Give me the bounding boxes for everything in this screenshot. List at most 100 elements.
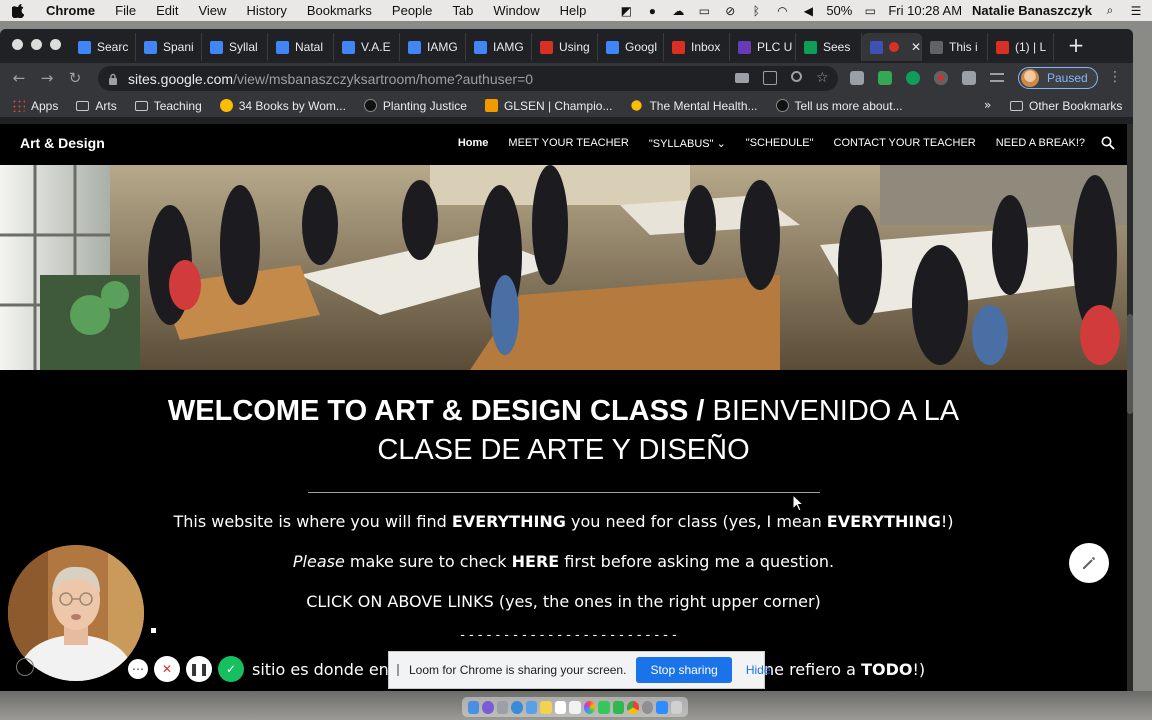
extension-r-icon[interactable] (850, 71, 864, 85)
tab-active[interactable]: ✕ (862, 33, 922, 61)
dock-safari-icon[interactable] (511, 700, 523, 714)
profile-button[interactable]: Paused (1018, 67, 1098, 89)
tab[interactable]: Natal (268, 33, 334, 61)
zoom-icon[interactable] (791, 71, 802, 82)
bookmarks-overflow-button[interactable]: » (984, 98, 991, 112)
minimize-window-button[interactable] (31, 39, 42, 50)
dock-facetime-icon[interactable] (612, 700, 625, 714)
nav-schedule[interactable]: "SCHEDULE" (746, 137, 814, 150)
bookmark-folder-other[interactable]: Other Bookmarks (1010, 94, 1122, 118)
bookmark-folder-teaching[interactable]: Teaching (134, 99, 202, 113)
menu-view[interactable]: View (198, 3, 226, 18)
bookmark-glsen[interactable]: GLSEN | Champio... (484, 99, 612, 113)
tab[interactable]: Spani (136, 33, 202, 61)
volume-icon[interactable]: ◀ (800, 4, 816, 18)
back-button[interactable]: ← (10, 69, 28, 87)
bookmark-apps[interactable]: Apps (12, 99, 58, 113)
dock-siri-icon[interactable] (482, 700, 494, 714)
tab[interactable]: IAMG (400, 33, 466, 61)
edit-button[interactable] (1069, 543, 1109, 583)
tab[interactable]: Using (532, 33, 598, 61)
close-window-button[interactable] (12, 39, 23, 50)
dock-settings-icon[interactable] (641, 700, 654, 714)
menu-help[interactable]: Help (560, 3, 587, 18)
dock-chrome-icon[interactable] (627, 700, 639, 714)
page-scrollbar[interactable] (1127, 124, 1133, 691)
loom-settings-icon[interactable] (16, 658, 34, 676)
loom-cancel-button[interactable]: ✕ (154, 656, 180, 682)
apple-icon[interactable] (12, 3, 24, 18)
menu-bookmarks[interactable]: Bookmarks (307, 3, 372, 18)
wd-drive-icon[interactable]: ▭ (696, 4, 712, 18)
translate-icon[interactable] (763, 71, 777, 85)
dock-reminders-icon[interactable] (569, 700, 581, 714)
address-bar[interactable]: sites.google.com/view/msbanaszczyksartro… (98, 66, 838, 91)
tab[interactable]: Inbox (664, 33, 730, 61)
new-tab-button[interactable]: + (1066, 35, 1086, 55)
stop-sharing-button[interactable]: Stop sharing (636, 657, 732, 683)
tab[interactable]: IAMG (466, 33, 532, 61)
control-center-icon[interactable]: ☰ (1128, 4, 1144, 18)
dock-notes-icon[interactable] (540, 700, 552, 714)
loom-recording-icon[interactable] (934, 71, 948, 85)
dock-finder-icon[interactable] (468, 700, 480, 714)
drag-handle-icon[interactable] (397, 664, 399, 676)
menubar-clock[interactable]: Fri 10:28 AM (888, 3, 962, 18)
tab[interactable]: PLC U (730, 33, 796, 61)
hide-sharing-bar-button[interactable]: Hide (746, 663, 771, 677)
monitor-icon[interactable]: ◩ (618, 4, 634, 18)
forward-button[interactable]: → (38, 69, 56, 87)
circle-icon[interactable]: ● (644, 4, 660, 18)
dock-trash-icon[interactable] (670, 700, 683, 714)
bookmark-mental-health[interactable]: The Mental Health... (630, 99, 758, 113)
dock-launchpad-icon[interactable] (496, 700, 509, 714)
tab[interactable]: Syllal (202, 33, 268, 61)
menu-window[interactable]: Window (493, 3, 539, 18)
extensions-puzzle-icon[interactable] (962, 71, 976, 85)
close-tab-icon[interactable]: ✕ (911, 40, 921, 54)
menu-history[interactable]: History (246, 3, 286, 18)
bookmark-planting-justice[interactable]: Planting Justice (363, 99, 467, 113)
do-not-disturb-icon[interactable]: ⊘ (722, 4, 738, 18)
spotlight-search-icon[interactable]: ⌕ (1102, 3, 1118, 18)
tab[interactable]: Googl (598, 33, 664, 61)
nav-need-a-break[interactable]: NEED A BREAK!? (996, 137, 1085, 150)
menu-tab[interactable]: Tab (452, 3, 473, 18)
menu-file[interactable]: File (115, 3, 136, 18)
bookmark-folder-arts[interactable]: Arts (76, 99, 117, 113)
scrollbar-thumb[interactable] (1127, 314, 1133, 414)
tab[interactable]: Sees (796, 33, 862, 61)
dock-zoom-icon[interactable] (656, 700, 668, 714)
nav-syllabus[interactable]: "SYLLABUS" ⌄ (649, 137, 726, 150)
menu-app-chrome[interactable]: Chrome (46, 3, 95, 18)
extension-circle-icon[interactable] (906, 71, 920, 85)
nav-meet-your-teacher[interactable]: MEET YOUR TEACHER (508, 137, 628, 150)
battery-icon[interactable]: ▭ (862, 4, 878, 18)
reload-button[interactable]: ↻ (66, 69, 84, 87)
nav-home[interactable]: Home (458, 137, 489, 150)
tab[interactable]: (1) | L (988, 33, 1054, 61)
media-queue-icon[interactable] (990, 73, 1004, 82)
bookmark-tell-us-more[interactable]: Tell us more about... (775, 99, 903, 113)
extension-green-icon[interactable] (878, 71, 892, 85)
chrome-menu-icon[interactable]: ⋮ (1108, 69, 1122, 85)
cloud-icon[interactable]: ☁ (670, 4, 686, 18)
loom-more-button[interactable]: ⋯ (128, 659, 148, 679)
search-icon[interactable] (1101, 136, 1115, 150)
dock-mail-icon[interactable] (525, 700, 538, 714)
menu-edit[interactable]: Edit (156, 3, 178, 18)
camera-icon[interactable] (735, 73, 749, 83)
tab[interactable]: Searc (70, 33, 136, 61)
bookmark-34-books[interactable]: 34 Books by Wom... (219, 99, 346, 113)
star-icon[interactable]: ☆ (816, 71, 830, 85)
tab[interactable]: This i (922, 33, 988, 61)
menubar-user[interactable]: Natalie Banaszczyk (972, 3, 1092, 18)
maximize-window-button[interactable] (50, 39, 61, 50)
loom-finish-button[interactable]: ✓ (218, 656, 244, 682)
dock-messages-icon[interactable] (598, 700, 610, 714)
bluetooth-icon[interactable]: ᛒ (748, 4, 764, 18)
wifi-icon[interactable]: ◠ (774, 4, 790, 18)
site-title[interactable]: Art & Design (20, 135, 105, 151)
tab[interactable]: V.A.E (334, 33, 400, 61)
loom-pause-button[interactable]: ❚❚ (186, 656, 212, 682)
